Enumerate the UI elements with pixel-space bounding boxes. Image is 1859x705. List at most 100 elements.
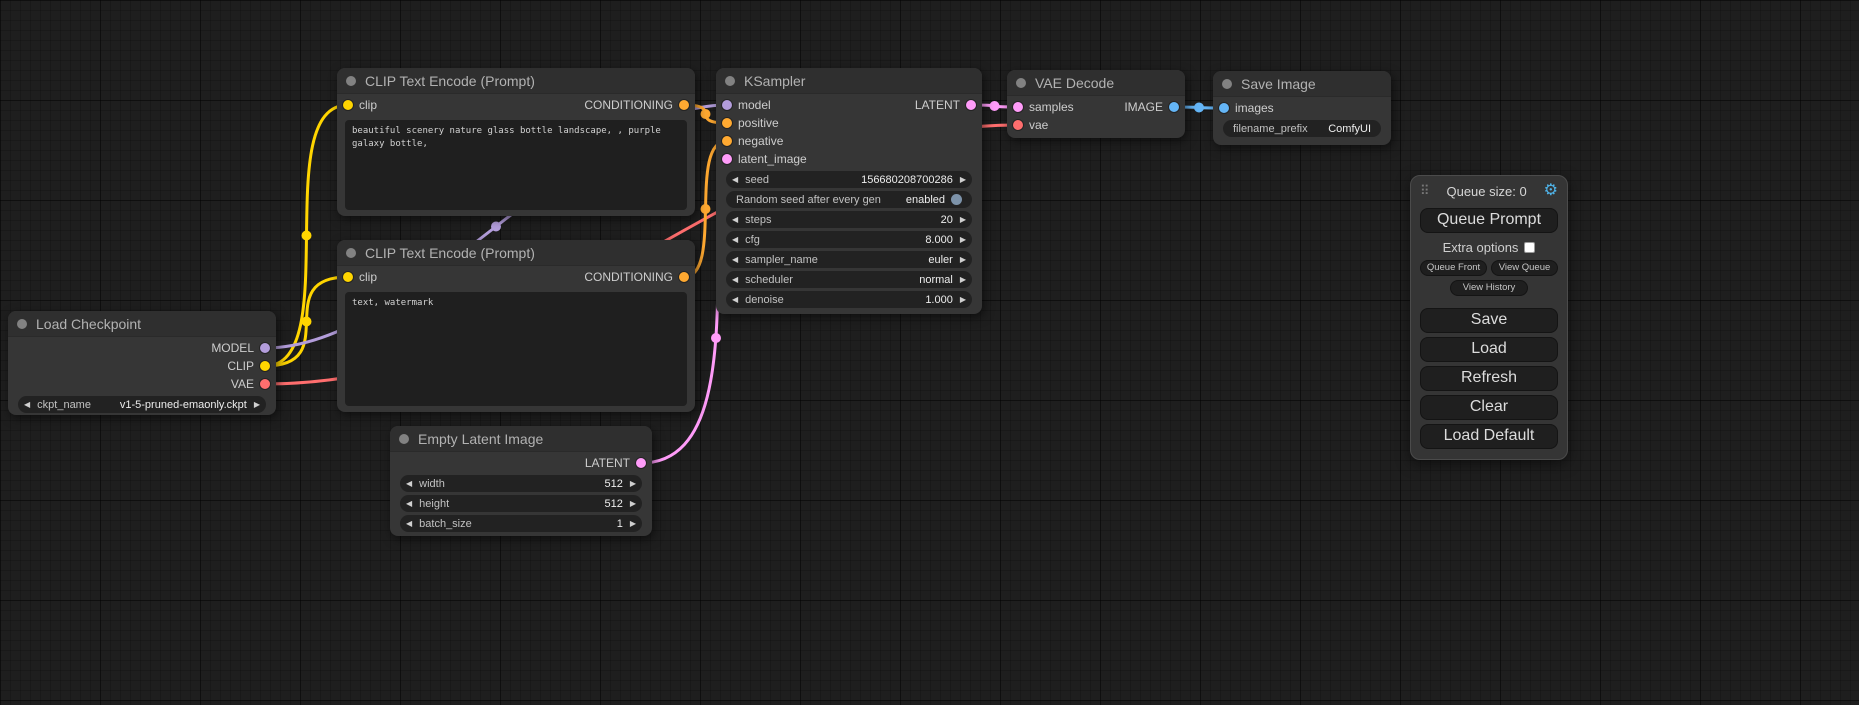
decrement-arrow-icon[interactable]: ◀: [732, 236, 738, 244]
negative-prompt-textarea[interactable]: text, watermark: [345, 292, 687, 406]
increment-arrow-icon[interactable]: ▶: [960, 296, 966, 304]
output-slot-model[interactable]: MODEL: [211, 341, 270, 355]
input-slot-positive[interactable]: positive: [722, 116, 779, 130]
output-dot-model[interactable]: [260, 343, 270, 353]
increment-arrow-icon[interactable]: ▶: [960, 176, 966, 184]
increment-arrow-icon[interactable]: ▶: [960, 216, 966, 224]
node-titlebar[interactable]: Load Checkpoint: [8, 311, 276, 337]
prev-arrow-icon[interactable]: ◀: [24, 401, 30, 409]
node-titlebar[interactable]: CLIP Text Encode (Prompt): [337, 68, 695, 94]
output-dot-conditioning[interactable]: [679, 100, 689, 110]
load-default-button[interactable]: Load Default: [1420, 424, 1558, 449]
next-arrow-icon[interactable]: ▶: [960, 276, 966, 284]
input-slot-samples[interactable]: samples: [1013, 100, 1074, 114]
toggle-knob-icon[interactable]: [951, 194, 962, 205]
input-slot-latent-image[interactable]: latent_image: [722, 152, 807, 166]
output-slot-clip[interactable]: CLIP: [227, 359, 270, 373]
node-titlebar[interactable]: KSampler: [716, 68, 982, 94]
node-titlebar[interactable]: VAE Decode: [1007, 70, 1185, 96]
positive-prompt-textarea[interactable]: beautiful scenery nature glass bottle la…: [345, 120, 687, 210]
input-slot-model[interactable]: model: [722, 98, 771, 112]
collapse-dot-icon[interactable]: [725, 76, 735, 86]
widget-sampler-name[interactable]: ◀ sampler_name euler ▶: [726, 251, 972, 268]
node-graph-canvas[interactable]: Load Checkpoint MODEL CLIP VAE: [0, 0, 1859, 705]
increment-arrow-icon[interactable]: ▶: [630, 500, 636, 508]
collapse-dot-icon[interactable]: [399, 434, 409, 444]
decrement-arrow-icon[interactable]: ◀: [406, 480, 412, 488]
increment-arrow-icon[interactable]: ▶: [630, 520, 636, 528]
input-slot-clip[interactable]: clip: [343, 98, 377, 112]
widget-scheduler[interactable]: ◀ scheduler normal ▶: [726, 271, 972, 288]
input-dot-clip[interactable]: [343, 272, 353, 282]
widget-width[interactable]: ◀ width 512 ▶: [400, 475, 642, 492]
node-ksampler[interactable]: KSampler model LATENT positive: [716, 68, 982, 314]
node-save-image[interactable]: Save Image images filename_prefix ComfyU…: [1213, 71, 1391, 145]
output-slot-latent[interactable]: LATENT: [585, 456, 646, 470]
next-arrow-icon[interactable]: ▶: [254, 401, 260, 409]
decrement-arrow-icon[interactable]: ◀: [732, 176, 738, 184]
input-dot-samples[interactable]: [1013, 102, 1023, 112]
widget-cfg[interactable]: ◀ cfg 8.000 ▶: [726, 231, 972, 248]
increment-arrow-icon[interactable]: ▶: [960, 236, 966, 244]
output-slot-conditioning[interactable]: CONDITIONING: [584, 98, 689, 112]
widget-denoise[interactable]: ◀ denoise 1.000 ▶: [726, 291, 972, 308]
node-load-checkpoint[interactable]: Load Checkpoint MODEL CLIP VAE: [8, 311, 276, 415]
view-queue-button[interactable]: View Queue: [1491, 260, 1558, 276]
input-dot-images[interactable]: [1219, 103, 1229, 113]
input-slot-images[interactable]: images: [1219, 101, 1274, 115]
load-button[interactable]: Load: [1420, 337, 1558, 362]
input-dot-clip[interactable]: [343, 100, 353, 110]
queue-prompt-button[interactable]: Queue Prompt: [1420, 208, 1558, 233]
increment-arrow-icon[interactable]: ▶: [630, 480, 636, 488]
refresh-button[interactable]: Refresh: [1420, 366, 1558, 391]
output-dot-latent[interactable]: [636, 458, 646, 468]
node-clip-text-encode-positive[interactable]: CLIP Text Encode (Prompt) clip CONDITION…: [337, 68, 695, 216]
widget-steps[interactable]: ◀ steps 20 ▶: [726, 211, 972, 228]
output-dot-latent[interactable]: [966, 100, 976, 110]
settings-gear-icon[interactable]: ⚙: [1544, 183, 1558, 199]
input-dot-negative[interactable]: [722, 136, 732, 146]
clear-button[interactable]: Clear: [1420, 395, 1558, 420]
output-dot-clip[interactable]: [260, 361, 270, 371]
input-slot-vae[interactable]: vae: [1013, 118, 1048, 132]
collapse-dot-icon[interactable]: [346, 248, 356, 258]
widget-seed[interactable]: ◀ seed 156680208700286 ▶: [726, 171, 972, 188]
node-titlebar[interactable]: Empty Latent Image: [390, 426, 652, 452]
output-dot-conditioning[interactable]: [679, 272, 689, 282]
output-dot-image[interactable]: [1169, 102, 1179, 112]
widget-random-seed-toggle[interactable]: Random seed after every gen enabled: [726, 191, 972, 208]
collapse-dot-icon[interactable]: [346, 76, 356, 86]
output-slot-latent[interactable]: LATENT: [915, 98, 976, 112]
collapse-dot-icon[interactable]: [1222, 79, 1232, 89]
prev-arrow-icon[interactable]: ◀: [732, 256, 738, 264]
prev-arrow-icon[interactable]: ◀: [732, 276, 738, 284]
widget-batch-size[interactable]: ◀ batch_size 1 ▶: [400, 515, 642, 532]
node-titlebar[interactable]: CLIP Text Encode (Prompt): [337, 240, 695, 266]
input-dot-positive[interactable]: [722, 118, 732, 128]
decrement-arrow-icon[interactable]: ◀: [406, 520, 412, 528]
input-dot-model[interactable]: [722, 100, 732, 110]
view-history-button[interactable]: View History: [1450, 280, 1528, 296]
output-slot-vae[interactable]: VAE: [231, 377, 270, 391]
decrement-arrow-icon[interactable]: ◀: [732, 216, 738, 224]
input-dot-vae[interactable]: [1013, 120, 1023, 130]
widget-filename-prefix[interactable]: filename_prefix ComfyUI: [1223, 120, 1381, 137]
next-arrow-icon[interactable]: ▶: [960, 256, 966, 264]
decrement-arrow-icon[interactable]: ◀: [732, 296, 738, 304]
node-vae-decode[interactable]: VAE Decode samples IMAGE vae: [1007, 70, 1185, 138]
node-titlebar[interactable]: Save Image: [1213, 71, 1391, 97]
drag-handle-icon[interactable]: ⠿: [1420, 183, 1430, 199]
widget-ckpt-name[interactable]: ◀ ckpt_name v1-5-pruned-emaonly.ckpt ▶: [18, 396, 266, 413]
node-empty-latent-image[interactable]: Empty Latent Image LATENT ◀ width 512 ▶ …: [390, 426, 652, 536]
output-dot-vae[interactable]: [260, 379, 270, 389]
output-slot-conditioning[interactable]: CONDITIONING: [584, 270, 689, 284]
extra-options-checkbox[interactable]: [1524, 242, 1535, 253]
input-dot-latent-image[interactable]: [722, 154, 732, 164]
input-slot-clip[interactable]: clip: [343, 270, 377, 284]
save-button[interactable]: Save: [1420, 308, 1558, 333]
collapse-dot-icon[interactable]: [1016, 78, 1026, 88]
output-slot-image[interactable]: IMAGE: [1124, 100, 1179, 114]
queue-front-button[interactable]: Queue Front: [1420, 260, 1487, 276]
decrement-arrow-icon[interactable]: ◀: [406, 500, 412, 508]
collapse-dot-icon[interactable]: [17, 319, 27, 329]
